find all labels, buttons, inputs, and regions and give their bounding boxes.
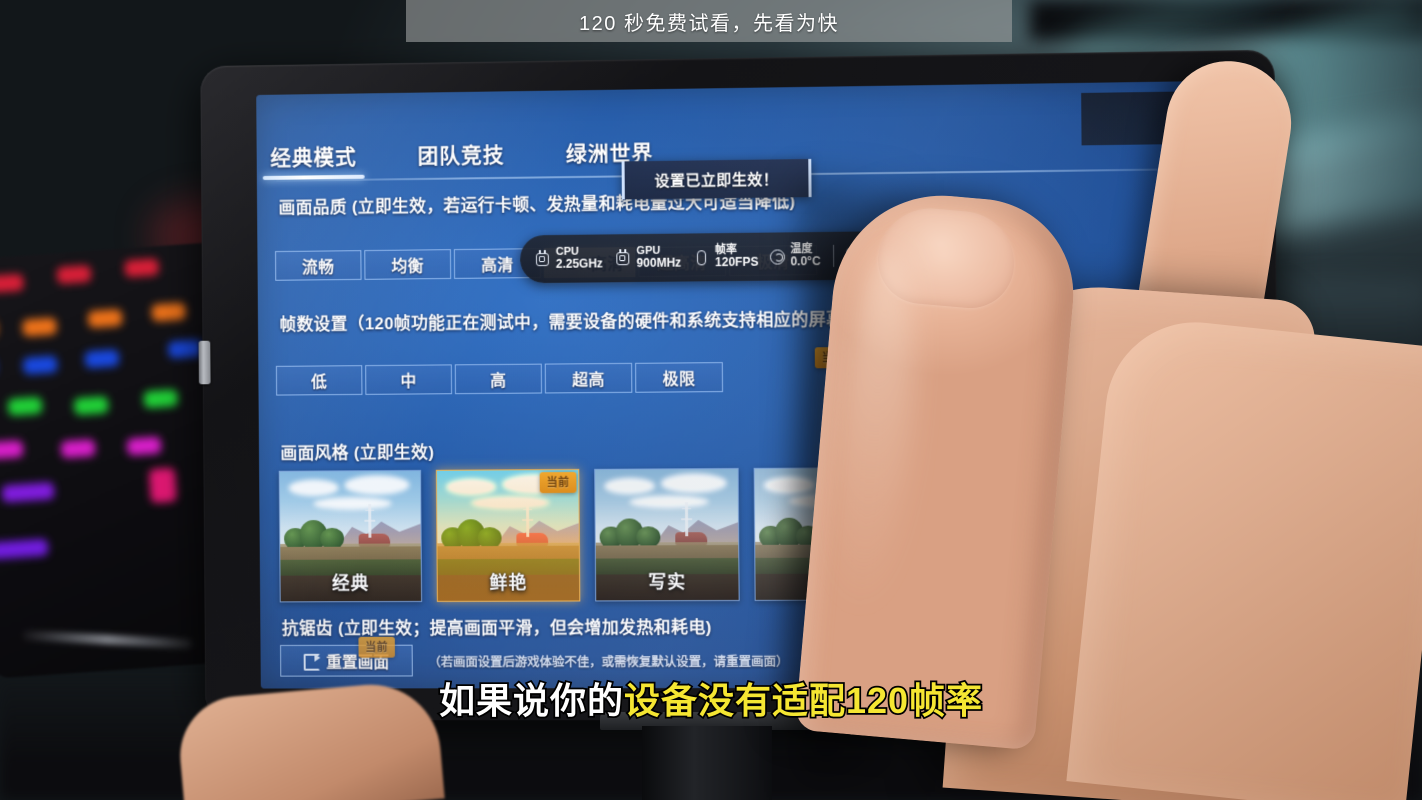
style-option-classic-label: 经典 — [331, 573, 370, 594]
keyboard-key — [143, 389, 179, 409]
style-option-classic[interactable]: 经典 — [278, 469, 423, 603]
keyboard-key — [7, 396, 43, 416]
framerate-option-medium[interactable]: 中 — [365, 364, 453, 395]
tab-classic-mode-label: 经典模式 — [270, 146, 357, 170]
quality-option-smooth-label: 流畅 — [302, 259, 335, 277]
thumb-highlight — [823, 247, 925, 613]
gpu-icon — [615, 251, 632, 266]
style-option-vivid[interactable]: 当前 鲜艳 — [435, 468, 581, 602]
framerate-option-low[interactable]: 低 — [275, 365, 363, 396]
keyboard-key — [87, 308, 123, 329]
tab-classic-mode[interactable]: 经典模式 — [257, 141, 371, 180]
quality-option-hd-label: 高清 — [481, 257, 514, 275]
keyboard-key — [84, 349, 120, 369]
perf-fps-value: 120FPS — [715, 255, 759, 270]
keyboard-key — [56, 264, 92, 285]
quality-option-smooth[interactable]: 流畅 — [275, 250, 362, 281]
graphics-style-title: 画面风格 (立即生效) — [280, 443, 435, 463]
style-current-badge: 当前 — [539, 471, 577, 494]
keyboard-key — [1, 482, 55, 503]
reset-hint-text: （若画面设置后游戏体验不佳，或需恢复默认设置，请重置画面） — [428, 654, 789, 669]
thumb-cloud — [660, 472, 727, 493]
perf-cpu-value: 2.25GHz — [555, 256, 603, 272]
framerate-option-ultra[interactable]: 超高 — [544, 362, 633, 394]
thumb-tree — [320, 528, 344, 549]
thumb-cloud — [344, 474, 409, 495]
keyboard-key — [126, 436, 162, 456]
settings-applied-toast: 设置已立即生效！ — [621, 158, 812, 200]
framerate-option-low-label: 低 — [310, 374, 328, 392]
tab-team-deathmatch[interactable]: 团队竞技 — [404, 139, 519, 178]
anti-aliasing-title: 抗锯齿 (立即生效；提高画面平滑，但会增加发热和耗电) — [281, 618, 712, 639]
thumb-cloud — [603, 477, 656, 495]
keyboard-key — [22, 317, 58, 337]
framerate-option-extreme[interactable]: 极限 — [635, 362, 724, 393]
quality-option-balanced-label: 均衡 — [391, 258, 425, 276]
keyboard-key — [148, 467, 178, 504]
keyboard-key — [124, 258, 160, 278]
anti-aliasing-current-badge: 当前 — [358, 636, 395, 658]
tablet-power-button[interactable] — [198, 340, 211, 385]
style-option-realistic[interactable]: 写实 — [594, 467, 740, 602]
keyboard-key — [22, 355, 58, 375]
framerate-option-high[interactable]: 高 — [454, 363, 543, 395]
thumb-tree — [636, 526, 661, 548]
fps-icon — [693, 249, 710, 265]
framerate-option-ultra-label: 超高 — [572, 372, 605, 390]
perf-fps: 帧率 120FPS — [693, 244, 758, 270]
stand-column — [642, 726, 772, 800]
promo-banner: 120 秒免费试看，先看为快 — [406, 0, 1012, 42]
temperature-icon — [770, 248, 786, 265]
framerate-option-high-label: 高 — [490, 372, 507, 390]
quality-option-balanced[interactable]: 均衡 — [364, 249, 452, 280]
framerate-option-extreme-label: 极限 — [662, 371, 696, 389]
keyboard-key — [60, 439, 96, 459]
thumb-finger — [794, 186, 1082, 751]
thumb-tower — [368, 503, 372, 538]
perf-gpu: GPU 900MHz — [615, 245, 682, 271]
subtitle-white-part: 如果说你的 — [437, 678, 625, 723]
keyboard-key — [73, 396, 109, 416]
tablet-stand — [590, 712, 830, 800]
subtitle-yellow-part: 设备没有适配120帧率 — [622, 678, 984, 723]
thumb-tower — [685, 501, 689, 537]
style-option-vivid-label: 鲜艳 — [489, 572, 528, 593]
promo-banner-text: 120 秒免费试看，先看为快 — [579, 12, 839, 35]
video-subtitle: 如果说你的设备没有适配120帧率 — [0, 672, 1422, 724]
keyboard-key — [0, 273, 24, 293]
keyboard-key — [0, 440, 24, 460]
reset-icon — [304, 653, 321, 668]
forearm — [1066, 313, 1422, 800]
perf-gpu-value: 900MHz — [636, 256, 682, 271]
tab-team-deathmatch-label: 团队竞技 — [417, 144, 505, 169]
thumb-cloud — [288, 479, 339, 497]
keyboard-key — [151, 302, 187, 322]
frame-rate-options: 低 中 高 超高 极限 — [275, 362, 724, 396]
settings-applied-toast-label: 设置已立即生效！ — [654, 170, 779, 190]
cpu-icon — [534, 252, 551, 267]
style-option-realistic-label: 写实 — [648, 572, 687, 593]
framerate-option-medium-label: 中 — [400, 373, 417, 391]
perf-cpu: CPU 2.25GHz — [534, 246, 603, 272]
frame-rate-title: 帧数设置（120帧功能正在测试中，需要设备的硬件和系统支持相应的屏幕刷 — [279, 309, 862, 335]
